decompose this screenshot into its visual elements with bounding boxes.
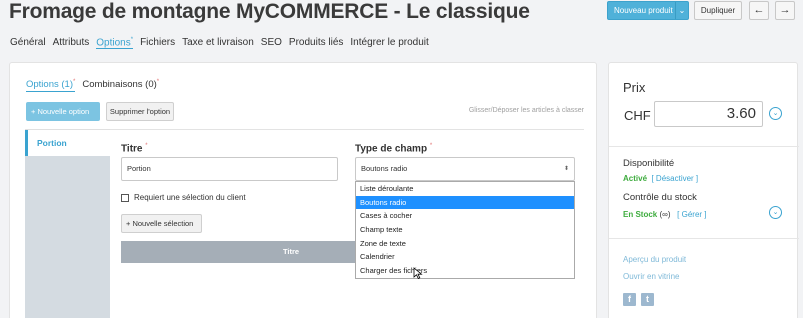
subtab-combinations-label[interactable]: Combinaisons (0) — [82, 79, 156, 90]
dropdown-option[interactable]: Zone de texte — [356, 237, 574, 251]
option-list-item[interactable]: Portion — [25, 130, 110, 156]
field-type-dropdown: Liste déroulante Boutons radio Cases à c… — [355, 181, 575, 279]
chevron-down-icon[interactable]: ⌄ — [769, 107, 782, 120]
arrow-left-icon[interactable]: ← — [749, 1, 769, 20]
tab-options[interactable]: Options* — [96, 37, 134, 50]
subtab-combinations[interactable]: Combinaisons (0)* — [82, 79, 159, 92]
tab-seo[interactable]: SEO — [261, 37, 282, 49]
tab-integrate[interactable]: Intégrer le produit — [350, 37, 428, 49]
divider — [110, 129, 584, 130]
drag-hint: Glisser/Déposer les articles à classer — [468, 107, 584, 114]
modified-mark: * — [130, 37, 134, 43]
stock-status: En Stock — [623, 210, 658, 219]
new-product-label[interactable]: Nouveau produit — [608, 2, 675, 19]
chevron-down-icon[interactable]: ⌄ — [769, 206, 782, 219]
delete-option-button[interactable]: Supprimer l'option — [106, 102, 174, 121]
product-sidebar: Prix CHF 3.60 ⌄ Disponibilité Activé [ D… — [608, 62, 799, 318]
dropdown-option[interactable]: Cases à cocher — [356, 209, 574, 223]
product-tabs: Général Attributs Options* Fichiers Taxe… — [10, 37, 436, 50]
deactivate-link[interactable]: [ Désactiver ] — [651, 174, 698, 183]
required-selection-checkbox[interactable] — [121, 193, 129, 202]
availability-row: Activé [ Désactiver ] — [623, 174, 698, 183]
stock-row: En Stock (∞) [ Gérer ] — [623, 210, 707, 219]
facebook-icon[interactable]: f — [623, 293, 636, 306]
field-type-label-text: Type de champ — [355, 143, 428, 155]
duplicate-button[interactable]: Dupliquer — [694, 1, 742, 20]
subtab-options[interactable]: Options (1)* — [26, 79, 76, 93]
dropdown-option[interactable]: Calendrier — [356, 250, 574, 264]
options-subtabs: Options (1)* Combinaisons (0)* — [26, 79, 166, 93]
title-label: Titre * — [121, 143, 148, 154]
stock-control-label: Contrôle du stock — [623, 192, 697, 203]
field-type-value[interactable]: Boutons radio — [361, 164, 407, 173]
tab-options-label[interactable]: Options — [96, 37, 130, 48]
field-type-select[interactable]: Boutons radio ⬍ — [355, 157, 575, 181]
field-type-label: Type de champ * — [355, 143, 432, 154]
mouse-cursor-icon — [413, 267, 423, 279]
divider — [609, 146, 799, 147]
chevron-down-icon[interactable]: ⌄ — [675, 2, 688, 19]
tab-attributes[interactable]: Attributs — [53, 37, 90, 49]
modified-mark: * — [73, 79, 76, 85]
divider — [609, 238, 799, 239]
open-in-shop-link[interactable]: Ouvrir en vitrine — [623, 272, 679, 281]
price-label: Prix — [623, 80, 646, 95]
currency-label: CHF — [624, 108, 651, 123]
modified-mark: * — [156, 79, 160, 85]
required-selection-label[interactable]: Requiert une sélection du client — [134, 193, 246, 202]
dropdown-option[interactable]: Champ texte — [356, 223, 574, 237]
page-title: Fromage de montagne MyCOMMERCE - Le clas… — [9, 0, 530, 23]
tab-files[interactable]: Fichiers — [140, 37, 175, 49]
subtab-options-label[interactable]: Options (1) — [26, 79, 73, 90]
twitter-icon[interactable]: t — [641, 293, 654, 306]
tab-related-products[interactable]: Produits liés — [289, 37, 343, 49]
manage-link[interactable]: [ Gérer ] — [677, 210, 706, 219]
new-selection-button[interactable]: + Nouvelle sélection — [121, 214, 202, 233]
availability-status: Activé — [623, 174, 648, 183]
dropdown-option-selected[interactable]: Boutons radio — [356, 195, 574, 210]
select-caret-icon[interactable]: ⬍ — [564, 158, 569, 180]
required-selection-checkbox-row[interactable]: Requiert une sélection du client — [121, 193, 246, 202]
new-option-button[interactable]: + Nouvelle option — [26, 102, 100, 121]
dropdown-option[interactable]: Charger des fichiers — [356, 264, 574, 278]
new-product-button[interactable]: Nouveau produit ⌄ — [607, 1, 689, 20]
availability-label: Disponibilité — [623, 158, 675, 169]
title-label-text: Titre — [121, 143, 143, 155]
tab-tax-shipping[interactable]: Taxe et livraison — [182, 37, 254, 49]
dropdown-option[interactable]: Liste déroulante — [356, 182, 574, 196]
title-input[interactable]: Portion — [121, 157, 338, 181]
product-preview-link[interactable]: Aperçu du produit — [623, 255, 686, 264]
options-panel: Options (1)* Combinaisons (0)* + Nouvell… — [9, 62, 597, 318]
required-mark: * — [429, 143, 433, 149]
tab-general[interactable]: Général — [10, 37, 46, 49]
infinity-icon: (∞) — [659, 210, 671, 219]
price-input[interactable]: 3.60 — [654, 101, 763, 127]
arrow-right-icon[interactable]: → — [775, 1, 795, 20]
option-list: Portion — [25, 129, 110, 318]
required-mark: * — [145, 143, 148, 149]
